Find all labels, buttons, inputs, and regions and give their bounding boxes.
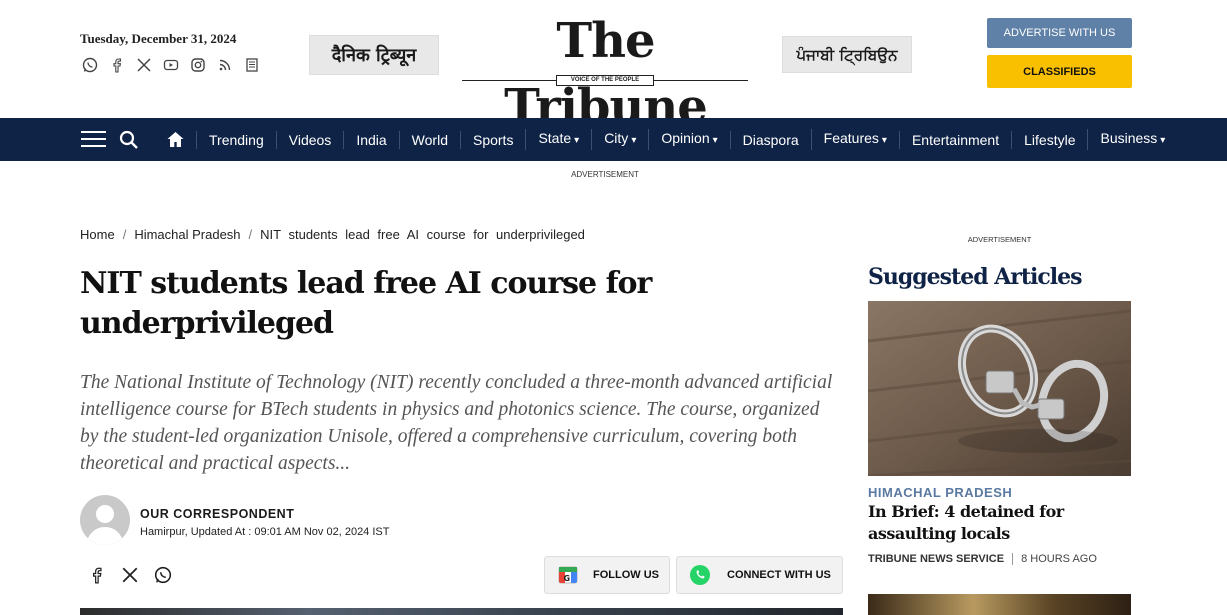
nav-item-label: World <box>411 131 448 148</box>
nav-item-videos[interactable]: Videos <box>275 130 344 149</box>
article-meta: Hamirpur, Updated At : 09:01 AM Nov 02, … <box>140 526 390 538</box>
nav-item-business[interactable]: Business ▾ <box>1087 129 1177 150</box>
hamburger-menu-icon[interactable] <box>81 131 106 149</box>
chevron-down-icon: ▾ <box>1160 135 1166 146</box>
whatsapp-icon[interactable] <box>82 57 98 73</box>
breadcrumb-section[interactable]: Himachal Pradesh <box>134 227 240 242</box>
nav-item-trending[interactable]: Trending <box>196 130 276 149</box>
nav-item-label: Diaspora <box>742 131 799 148</box>
breadcrumb: Home / Himachal Pradesh / NIT students lead … <box>80 227 585 242</box>
punjabi-tribune-link[interactable]: ਪੰਜਾਬੀ ਟ੍ਰਿਬਿਉਨ <box>782 36 912 73</box>
next-suggested-article-image[interactable] <box>868 594 1131 615</box>
article-title: NIT students lead free AI course for und… <box>80 266 652 341</box>
classifieds-button[interactable]: CLASSIFIEDS <box>987 55 1132 88</box>
breadcrumb-separator: / <box>122 227 127 242</box>
article-time: 8 HOURS AGO <box>1012 553 1097 565</box>
chevron-down-icon: ▾ <box>881 135 887 146</box>
article-summary: The National Institute of Technology (NI… <box>80 372 833 474</box>
author-name[interactable]: OUR CORRESPONDENT <box>140 507 294 521</box>
nav-item-diaspora[interactable]: Diaspora <box>729 130 811 149</box>
nav-item-state[interactable]: State ▾ <box>525 129 591 150</box>
breadcrumb-current: NIT students lead free AI course for und… <box>260 227 585 242</box>
nav-item-label: State <box>538 130 572 146</box>
facebook-share-icon[interactable] <box>88 566 106 584</box>
nav-list: Trending Videos India World Sports State ▾ City… <box>196 118 1177 161</box>
nav-item-sports[interactable]: Sports <box>459 130 525 149</box>
svg-text:G: G <box>564 574 571 583</box>
chevron-down-icon: ▾ <box>574 135 580 146</box>
nav-item-label: Lifestyle <box>1024 131 1076 148</box>
nav-item-label: Videos <box>288 131 332 148</box>
nav-item-india[interactable]: India <box>343 130 398 149</box>
nav-item-opinion[interactable]: Opinion ▾ <box>648 129 729 150</box>
logo-tagline: VOICE OF THE PEOPLE <box>556 75 654 86</box>
main-nav: Trending Videos India World Sports State ▾ City… <box>0 118 1227 161</box>
breadcrumb-separator: / <box>248 227 253 242</box>
social-links <box>82 57 260 73</box>
youtube-icon[interactable] <box>163 57 179 73</box>
x-icon[interactable] <box>136 57 152 73</box>
nav-item-label: Entertainment <box>911 131 1000 148</box>
chevron-down-icon: ▾ <box>631 135 637 146</box>
connect-with-us-label: CONNECT WITH US <box>727 569 831 581</box>
nav-item-lifestyle[interactable]: Lifestyle <box>1011 130 1087 149</box>
suggested-article-headline[interactable]: In Brief: 4 detained for assaulting loca… <box>868 501 1131 545</box>
dainik-tribune-link[interactable]: दैनिक ट्रिब्यून <box>309 35 439 75</box>
suggested-article-category[interactable]: HIMACHAL PRADESH <box>868 485 1012 500</box>
nav-item-city[interactable]: City ▾ <box>591 129 648 150</box>
rss-icon[interactable] <box>217 57 233 73</box>
follow-us-button[interactable]: G FOLLOW US <box>544 556 670 594</box>
sidebar-advertisement-label: ADVERTISEMENT <box>967 235 1032 244</box>
site-header: Tuesday, December 31, 2024 दैनिक ट्रिब्य… <box>0 0 1227 135</box>
nav-item-label: India <box>356 131 387 148</box>
nav-item-label: City <box>604 130 629 146</box>
nav-item-label: Features <box>823 130 879 146</box>
nav-item-label: Trending <box>209 131 264 148</box>
current-date: Tuesday, December 31, 2024 <box>80 31 237 46</box>
epaper-icon[interactable] <box>244 57 260 73</box>
instagram-icon[interactable] <box>190 57 206 73</box>
search-icon[interactable] <box>119 130 139 150</box>
home-icon[interactable] <box>166 130 185 149</box>
chevron-down-icon: ▾ <box>712 135 718 146</box>
whatsapp-icon <box>689 564 711 586</box>
suggested-articles-heading: Suggested Articles <box>868 264 1083 290</box>
facebook-icon[interactable] <box>109 57 125 73</box>
whatsapp-share-icon[interactable] <box>154 566 172 584</box>
nav-item-features[interactable]: Features ▾ <box>810 129 899 150</box>
share-links <box>88 566 172 584</box>
google-news-icon: G <box>557 564 579 586</box>
tribune-logo[interactable]: The Tribune VOICE OF THE PEOPLE <box>458 8 753 135</box>
nav-item-label: Business <box>1100 130 1158 146</box>
source-name: TRIBUNE NEWS SERVICE <box>868 553 1005 565</box>
suggested-article-image[interactable] <box>868 301 1131 476</box>
advertisement-label: ADVERTISEMENT <box>571 170 639 179</box>
author-avatar <box>80 495 130 545</box>
connect-with-us-button[interactable]: CONNECT WITH US <box>676 556 843 594</box>
nav-item-world[interactable]: World <box>398 130 460 149</box>
advertise-button[interactable]: ADVERTISE WITH US <box>987 18 1132 48</box>
x-share-icon[interactable] <box>121 566 139 584</box>
nav-item-label: Opinion <box>661 130 710 146</box>
breadcrumb-home[interactable]: Home <box>80 227 115 242</box>
nav-item-entertainment[interactable]: Entertainment <box>898 130 1011 149</box>
follow-us-label: FOLLOW US <box>593 569 659 581</box>
suggested-article-source: TRIBUNE NEWS SERVICE 8 HOURS AGO <box>868 553 1097 565</box>
article-hero-image <box>80 608 843 615</box>
nav-item-label: Sports <box>472 131 514 148</box>
